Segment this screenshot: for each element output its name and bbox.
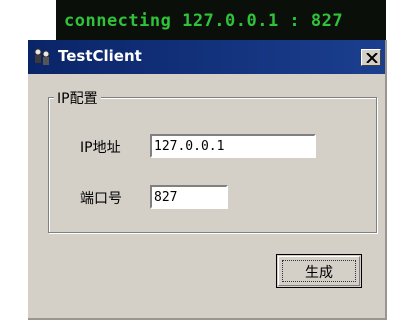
port-input[interactable]: 827 xyxy=(150,185,228,209)
app-icon xyxy=(34,48,50,65)
port-label: 端口号 xyxy=(80,191,122,207)
testclient-dialog: TestClient IP配置 IP地址 127.0.0.1 端口号 827 生… xyxy=(28,40,387,320)
generate-button[interactable]: 生成 xyxy=(276,254,362,288)
title-bar[interactable]: TestClient xyxy=(28,40,385,74)
window-title: TestClient xyxy=(58,47,142,65)
console-output: connecting 127.0.0.1 : 827 xyxy=(64,11,344,31)
close-button[interactable] xyxy=(361,49,381,66)
close-icon xyxy=(366,53,378,63)
generate-button-label: 生成 xyxy=(305,265,333,281)
ip-address-label: IP地址 xyxy=(80,140,121,156)
ip-address-input[interactable]: 127.0.0.1 xyxy=(150,134,316,158)
groupbox-label: IP配置 xyxy=(54,88,101,108)
ip-config-groupbox xyxy=(48,97,377,233)
